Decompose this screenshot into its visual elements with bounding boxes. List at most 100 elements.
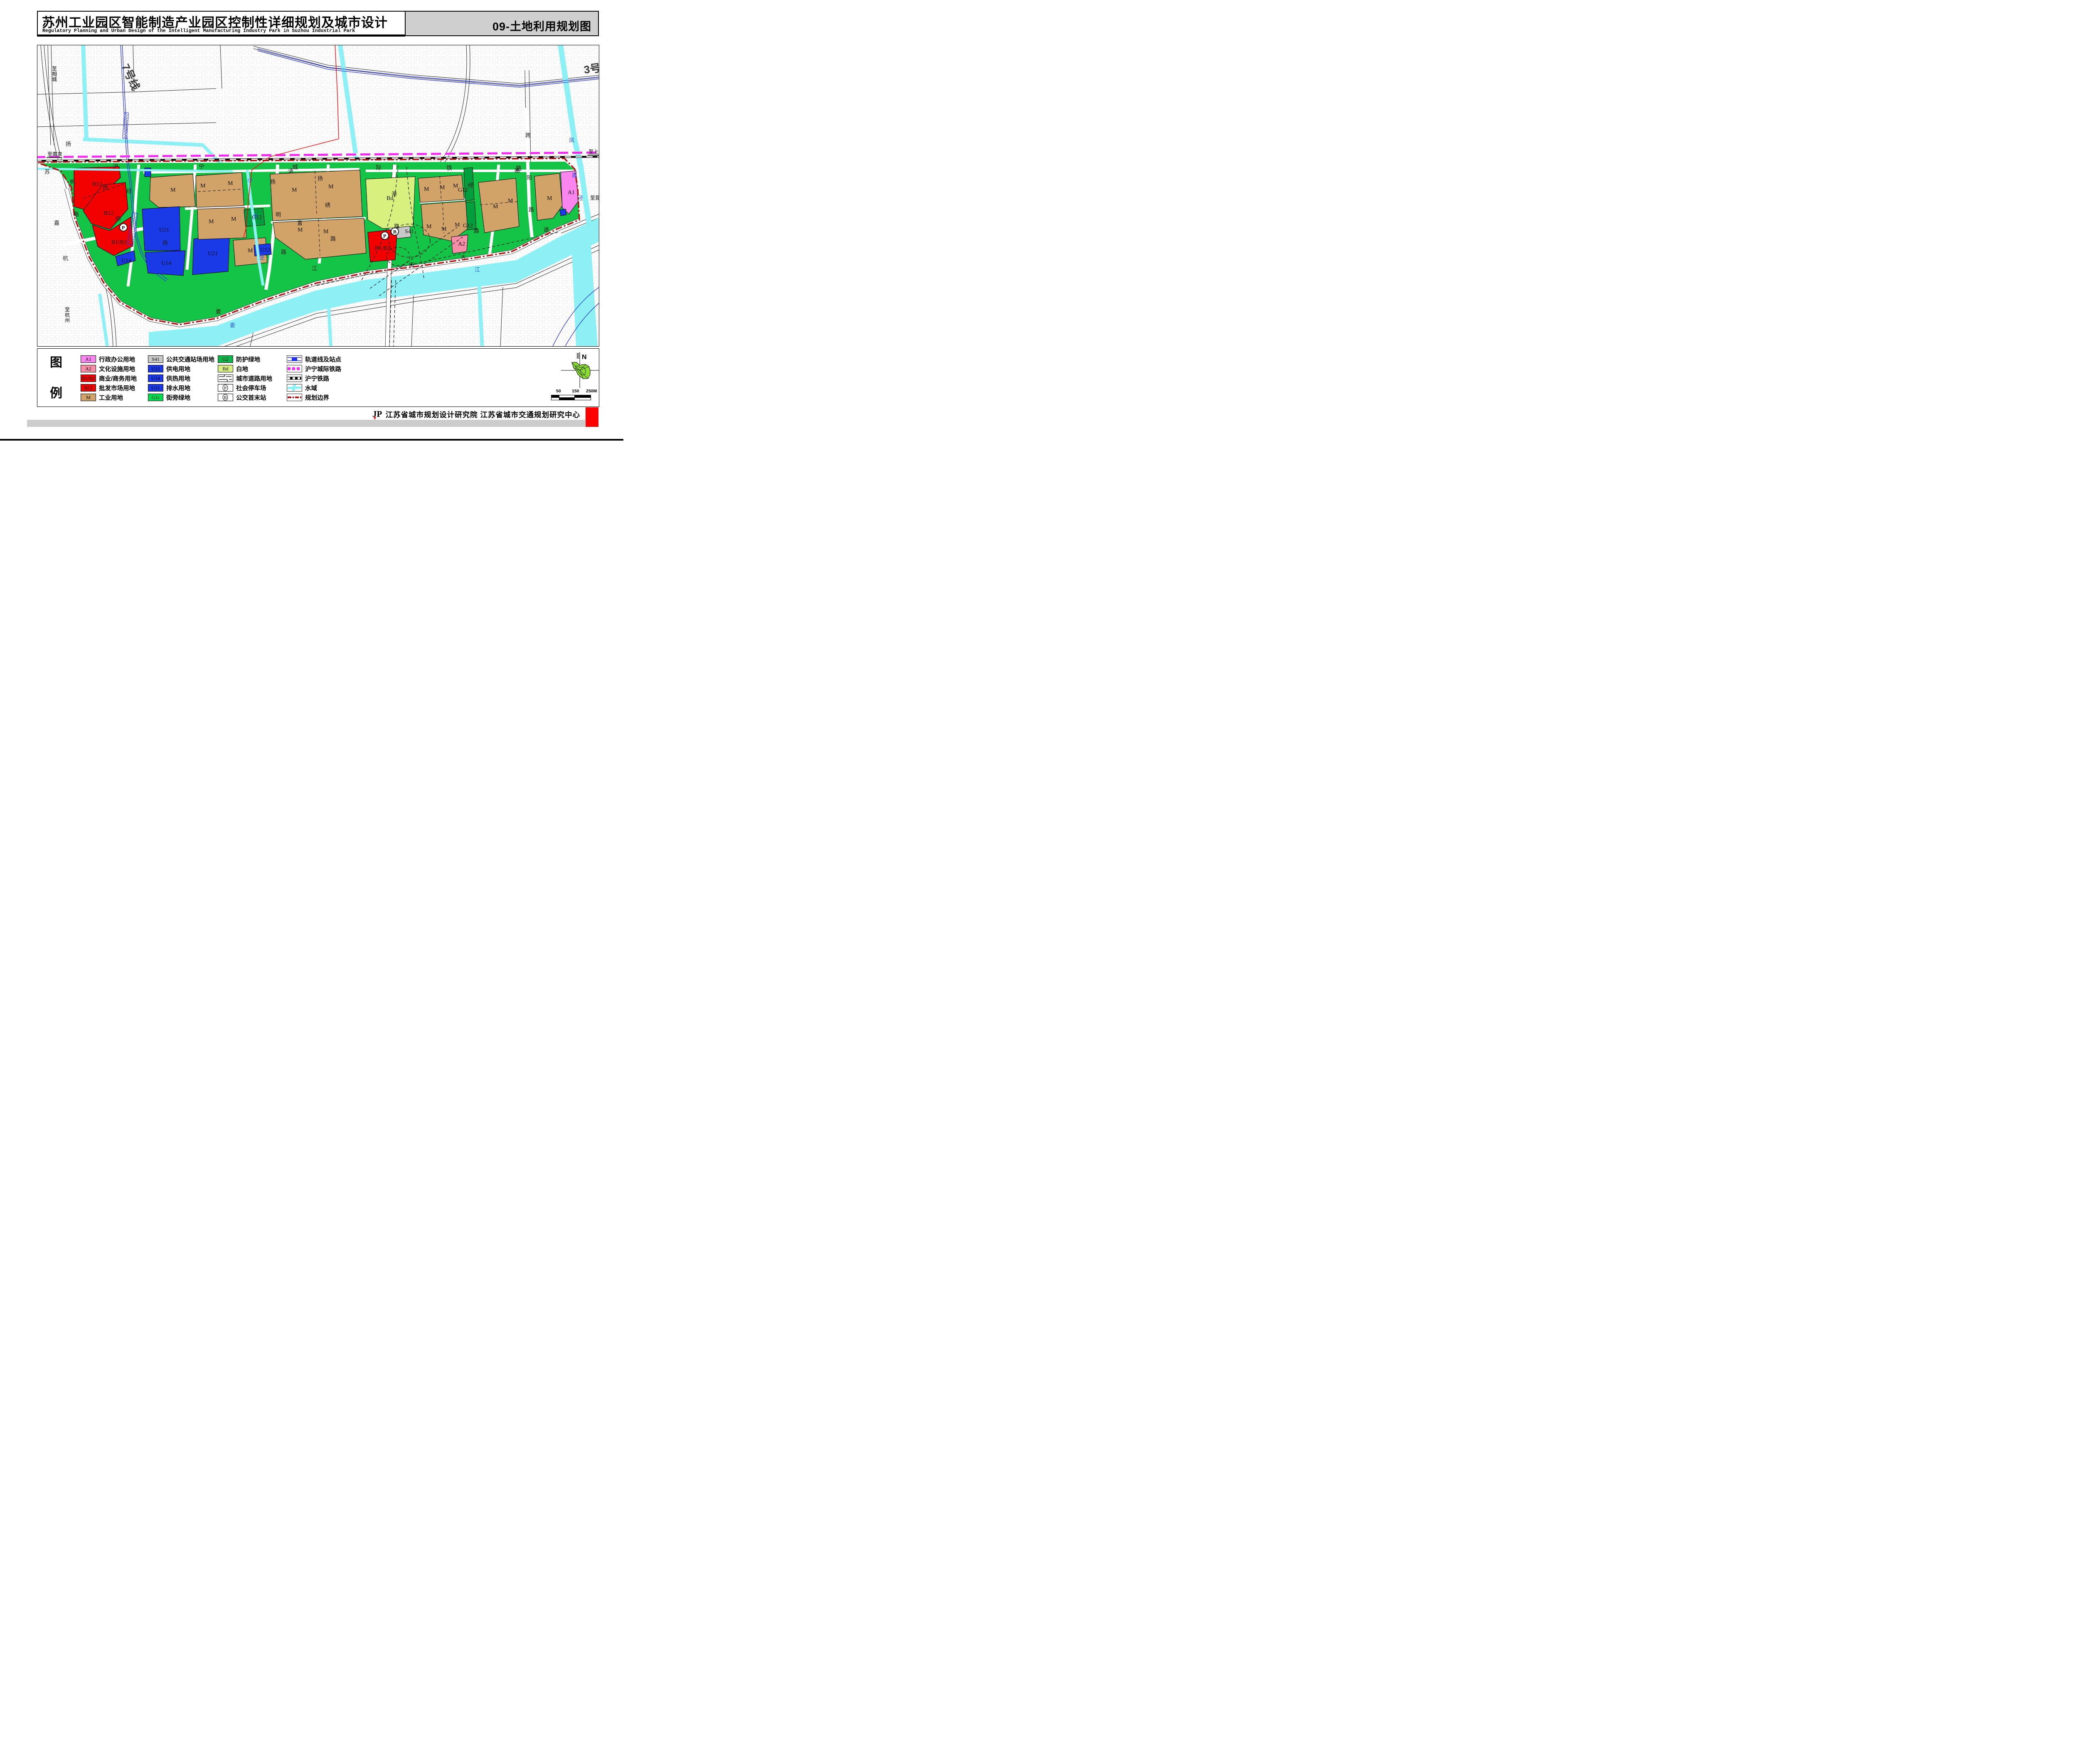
plan-sheet: 苏州工业园区智能制造产业园区控制性详细规划及城市设计 Regulatory Pl…: [0, 0, 623, 441]
map-label: 扬: [103, 185, 108, 191]
map-label: M: [426, 224, 432, 230]
swatch-s41: S41: [148, 355, 163, 363]
legend-item-u12: U12 供电用地: [148, 365, 190, 372]
swatch-g2: G2: [218, 355, 233, 363]
parcel-m: [478, 178, 519, 233]
legend-label: 城市道路用地: [236, 374, 272, 383]
legend: 图 例 A1 行政办公用地 A2 文化设施用地 B1/B2 商业/商务用地 B1…: [37, 348, 599, 407]
legend-label: 水域: [305, 384, 317, 392]
map-label: 绣: [325, 202, 330, 208]
map-label: 路: [515, 168, 520, 174]
legend-item-a2: A2 文化设施用地: [81, 365, 135, 372]
legend-item-g2: G2 防护绿地: [218, 355, 260, 363]
legend-label: 批发市场用地: [99, 384, 135, 392]
legend-item-rail-station: 轨道线及站点: [287, 355, 341, 363]
parcel-u-small: [560, 209, 566, 216]
road-symbol-icon: [218, 374, 233, 382]
swatch-m: M: [81, 394, 96, 401]
attribution-text: 江苏省城市规划设计研究院 江苏省城市交通规划研究中心: [386, 409, 580, 420]
map-label: M: [323, 229, 329, 235]
legend-item-s41: S41 公共交通站场用地: [148, 355, 214, 363]
swatch-code: U12: [151, 366, 160, 372]
map-label: 娄: [230, 322, 235, 328]
legend-item-bus-terminal: B 公交首末站: [218, 394, 266, 401]
legend-label: 行政办公用地: [99, 355, 135, 364]
map-label: 扬: [116, 216, 121, 222]
map-label: M: [508, 198, 513, 204]
map-label: 明: [276, 212, 281, 218]
legend-item-parking: P 社会停车场: [218, 384, 266, 392]
map-canvas: P P B B12B12B1/B2U14U21U14U21MMMMMMG12U1…: [37, 45, 599, 346]
parking-badge: P: [122, 225, 125, 231]
map-label: 宁: [199, 163, 204, 170]
map-label: B12: [92, 181, 102, 187]
map-label: 富: [297, 220, 303, 226]
legend-label: 街旁绿地: [166, 393, 190, 402]
map-label: A1: [568, 190, 575, 196]
compass: N: [553, 350, 607, 390]
swatch-code: A2: [85, 366, 91, 372]
scale-bar: 50 150 250M: [551, 389, 598, 402]
legend-item-intercity-rail: 沪宁城际铁路: [287, 365, 341, 372]
swatch-a2: A2: [81, 365, 96, 372]
map-label: 凤: [569, 137, 574, 143]
map-label: U14: [161, 260, 171, 266]
legend-item-boundary: 规划边界: [287, 394, 329, 401]
swatch-code: M: [86, 394, 91, 401]
svg-text:JP: JP: [372, 409, 382, 419]
map-label: M: [248, 248, 253, 254]
map-label: B1/B2: [375, 245, 390, 251]
swatch-code: B12: [84, 385, 92, 391]
sheet-number: 09-土地利用规划图: [492, 17, 591, 34]
map-label: 江: [475, 266, 480, 273]
map-label: 沪: [113, 163, 118, 170]
legend-label: 社会停车场: [236, 384, 266, 392]
parcel-m: [197, 207, 246, 239]
rail-station-symbol-icon: [287, 355, 302, 363]
legend-label: 规划边界: [305, 393, 329, 402]
swatch-a1: A1: [81, 355, 96, 363]
map-label: 路: [394, 223, 399, 229]
map-label: A2: [458, 241, 465, 247]
map-label: 至南京: [47, 151, 62, 157]
legend-label: 文化设施用地: [99, 365, 135, 373]
map-label: 至相城: [52, 66, 57, 82]
map-label: 至杭州: [65, 307, 70, 323]
map-label: 扬: [162, 240, 168, 246]
legend-item-m: M 工业用地: [81, 394, 123, 401]
map-frame: P P B B12B12B1/B2U14U21U14U21MMMMMMG12U1…: [37, 45, 599, 347]
swatch-code: U14: [151, 375, 160, 382]
swatch-code: U21: [151, 385, 160, 391]
map-label: G12: [463, 223, 473, 229]
map-label: 泾: [578, 195, 583, 201]
swatch-b1b2: B1/B2: [81, 374, 96, 382]
legend-label: 商业/商务用地: [99, 374, 137, 383]
map-label: 经: [468, 182, 473, 188]
legend-title-char: 图: [50, 352, 64, 370]
legend-title: 图 例: [50, 352, 64, 401]
map-label: 道: [544, 227, 549, 233]
map-label: 凰: [572, 172, 577, 178]
map-label: G12: [458, 187, 468, 193]
legend-item-u21: U21 排水用地: [148, 384, 190, 392]
map-label: 江: [312, 265, 317, 271]
railway-symbol-icon: [287, 374, 302, 382]
map-label: M: [170, 187, 176, 193]
map-label: M: [440, 185, 445, 191]
map-label: 水: [253, 213, 259, 219]
legend-item-railway: 沪宁铁路: [287, 374, 329, 382]
map-label: M: [547, 195, 552, 202]
map-label: M: [455, 222, 460, 228]
legend-label: 防护绿地: [236, 355, 260, 364]
legend-label: 轨道线及站点: [305, 355, 341, 364]
swatch-code: A1: [85, 356, 91, 362]
legend-label: 排水用地: [166, 384, 190, 392]
parcel-bd: [366, 177, 415, 229]
legend-item-urban-road: 城市道路用地: [218, 374, 272, 382]
map-label: M: [231, 216, 236, 222]
swatch-code: S41: [152, 356, 160, 362]
legend-item-water: 水域: [287, 384, 317, 392]
legend-item-g1c: G1c 街旁绿地: [148, 394, 190, 401]
map-label: 至上海: [588, 148, 599, 155]
map-label: 小: [247, 177, 253, 183]
